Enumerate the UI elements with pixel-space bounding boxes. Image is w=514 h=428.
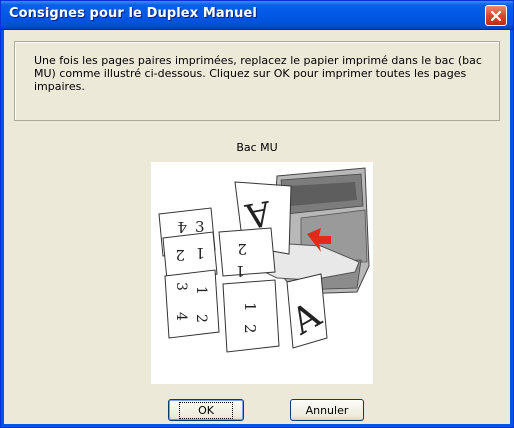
dialog-window: Consignes pour le Duplex Manuel Une fois… — [0, 0, 514, 428]
svg-text:4: 4 — [177, 218, 187, 236]
cancel-button-label: Annuler — [305, 403, 349, 417]
close-button[interactable] — [485, 5, 507, 26]
window-frame-bottom — [1, 424, 513, 427]
svg-text:2: 2 — [193, 314, 209, 323]
instructions-group: Une fois les pages paires imprimées, rep… — [14, 41, 500, 121]
svg-text:4: 4 — [173, 312, 189, 321]
svg-text:1: 1 — [195, 244, 205, 262]
ok-button[interactable]: OK — [168, 399, 244, 421]
ok-button-label: OK — [179, 401, 233, 419]
svg-text:1: 1 — [241, 302, 259, 312]
svg-text:3: 3 — [173, 282, 189, 291]
svg-text:1: 1 — [193, 286, 209, 295]
close-icon — [490, 10, 502, 21]
instruction-text: Une fois les pages paires imprimées, rep… — [34, 54, 482, 93]
window-title: Consignes pour le Duplex Manuel — [9, 6, 257, 21]
title-bar[interactable]: Consignes pour le Duplex Manuel — [1, 1, 513, 30]
svg-text:1: 1 — [235, 262, 245, 280]
cancel-button[interactable]: Annuler — [290, 399, 364, 421]
svg-text:2: 2 — [237, 240, 247, 258]
duplex-illustration: A 4 3 2 1 2 1 3 1 4 2 1 2 A — [151, 162, 373, 384]
svg-text:2: 2 — [175, 246, 185, 264]
tray-caption: Bac MU — [236, 141, 278, 154]
svg-text:2: 2 — [241, 324, 259, 334]
duplex-diagram: A 4 3 2 1 2 1 3 1 4 2 1 2 A — [158, 167, 370, 353]
window-frame-right — [510, 30, 513, 427]
window-frame-left — [1, 30, 4, 427]
